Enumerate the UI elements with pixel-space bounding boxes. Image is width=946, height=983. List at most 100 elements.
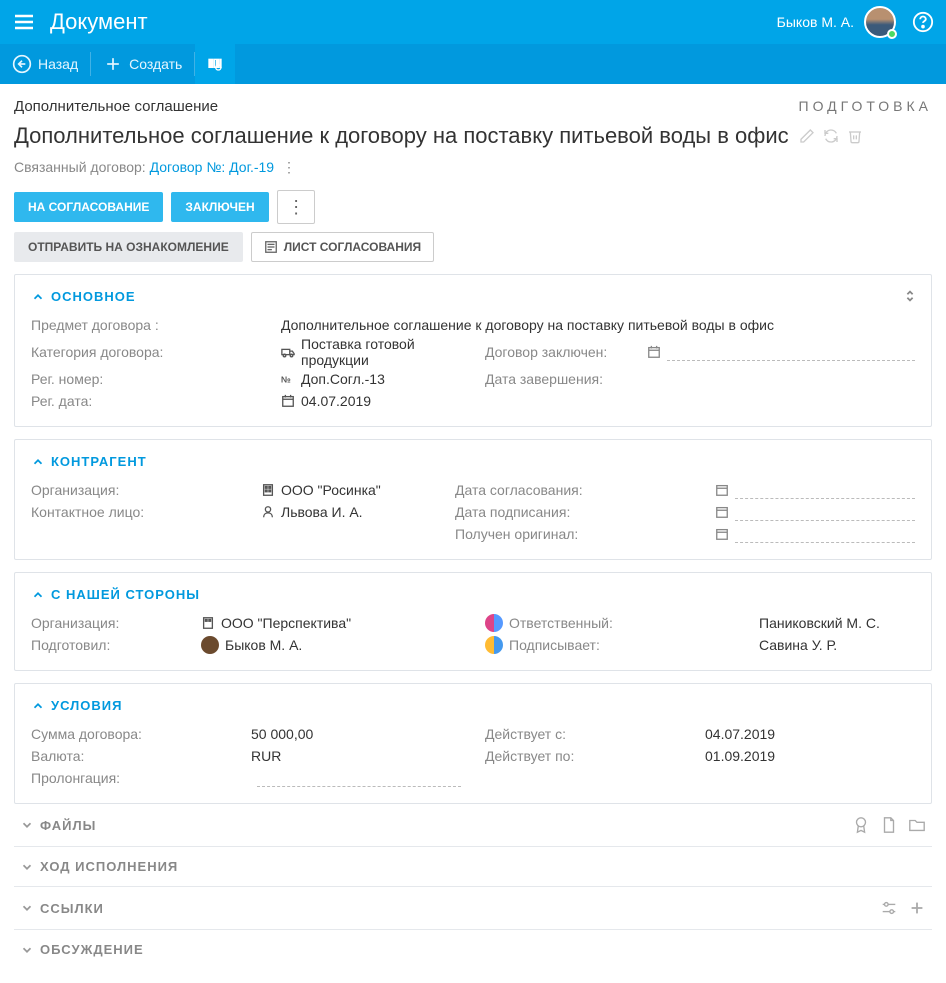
cp-org-value[interactable]: ООО "Росинка" (261, 482, 431, 498)
back-label: Назад (38, 56, 78, 72)
topbar: Документ Быков М. А. (0, 0, 946, 44)
original-label: Получен оригинал: (455, 526, 715, 542)
more-icon: ⋮ (287, 202, 304, 212)
truck-icon (281, 345, 295, 359)
os-org-label: Организация: (31, 615, 201, 631)
linked-label: Связанный договор: (14, 159, 146, 175)
concluded-button[interactable]: ЗАКЛЮЧЕН (171, 192, 268, 222)
chevron-up-icon[interactable] (31, 588, 45, 602)
menu-icon[interactable] (12, 10, 36, 34)
status-label: ПОДГОТОВКА (799, 98, 932, 114)
delete-icon[interactable] (847, 128, 863, 144)
building-icon (201, 616, 215, 630)
discussion-title: ОБСУЖДЕНИЕ (40, 942, 144, 957)
file-icon[interactable] (880, 816, 898, 834)
cp-org-label: Организация: (31, 482, 261, 498)
user-name[interactable]: Быков М. А. (777, 14, 854, 30)
avatar-icon (485, 614, 503, 632)
concluded-input[interactable] (667, 343, 915, 361)
chevron-down-icon (20, 860, 34, 874)
barcode-icon (207, 54, 223, 74)
panel-terms-title: УСЛОВИЯ (51, 698, 122, 713)
doc-title: Дополнительное соглашение к договору на … (14, 123, 789, 149)
doc-type: Дополнительное соглашение (14, 98, 218, 115)
original-input[interactable] (735, 525, 915, 543)
os-org-value[interactable]: ООО "Перспектива" (201, 615, 461, 631)
secondary-buttons: ОТПРАВИТЬ НА ОЗНАКОМЛЕНИЕ ЛИСТ СОГЛАСОВА… (14, 232, 932, 262)
files-title: ФАЙЛЫ (40, 818, 96, 833)
section-links[interactable]: ССЫЛКИ (14, 887, 932, 930)
more-button[interactable]: ⋮ (277, 190, 315, 224)
panel-terms: УСЛОВИЯ Сумма договора: 50 000,00 Действ… (14, 683, 932, 804)
plus-icon[interactable] (908, 899, 926, 917)
category-label: Категория договора: (31, 344, 281, 360)
person-icon (261, 505, 275, 519)
badge-icon[interactable] (852, 816, 870, 834)
back-button[interactable]: Назад (0, 44, 90, 84)
prolongation-input[interactable] (257, 769, 461, 787)
subject-label: Предмет договора : (31, 317, 281, 333)
primary-buttons: НА СОГЛАСОВАНИЕ ЗАКЛЮЧЕН ⋮ (14, 190, 932, 224)
doc-meta: Дополнительное соглашение ПОДГОТОВКА (14, 98, 932, 123)
panel-scroll-icon[interactable] (903, 289, 917, 303)
concluded-label: Договор заключен: (485, 344, 607, 360)
prolongation-label: Пролонгация: (31, 770, 251, 786)
links-title: ССЫЛКИ (40, 901, 104, 916)
edit-icon[interactable] (799, 128, 815, 144)
sum-value: 50 000,00 (251, 726, 461, 742)
cp-contact-value[interactable]: Львова И. А. (261, 504, 431, 520)
calendar-icon[interactable] (715, 483, 729, 497)
regnum-value: № Доп.Согл.-13 (281, 371, 461, 387)
category-value[interactable]: Поставка готовой продукции (281, 336, 461, 368)
number-icon: № (281, 372, 295, 386)
to-approval-button[interactable]: НА СОГЛАСОВАНИЕ (14, 192, 163, 222)
linked-contract-row: Связанный договор: Договор №: Дог.-19 ⋮ (14, 159, 932, 176)
prepared-value[interactable]: Быков М. А. (201, 636, 461, 654)
chevron-up-icon[interactable] (31, 699, 45, 713)
to-label: Действует по: (485, 748, 705, 764)
refresh-icon[interactable] (823, 128, 839, 144)
folder-icon[interactable] (908, 816, 926, 834)
chevron-up-icon[interactable] (31, 455, 45, 469)
linked-value[interactable]: Договор №: Дог.-19 (150, 159, 275, 175)
chevron-down-icon (20, 818, 34, 832)
sliders-icon[interactable] (880, 899, 898, 917)
responsible-value[interactable]: Паниковский М. С. (759, 615, 915, 631)
responsible-label: Ответственный: (509, 615, 759, 631)
panel-main: ОСНОВНОЕ Предмет договора : Дополнительн… (14, 274, 932, 427)
currency-label: Валюта: (31, 748, 251, 764)
approval-date-input[interactable] (735, 481, 915, 499)
to-value: 01.09.2019 (705, 748, 915, 764)
app-title: Документ (50, 9, 777, 35)
cp-contact-label: Контактное лицо: (31, 504, 261, 520)
signer-value[interactable]: Савина У. Р. (759, 637, 915, 653)
avatar-icon (201, 636, 219, 654)
title-actions (799, 128, 863, 144)
from-value: 04.07.2019 (705, 726, 915, 742)
calendar-icon[interactable] (715, 505, 729, 519)
section-files[interactable]: ФАЙЛЫ (14, 804, 932, 847)
barcode-button[interactable] (195, 44, 235, 84)
section-progress[interactable]: ХОД ИСПОЛНЕНИЯ (14, 847, 932, 887)
panel-main-title: ОСНОВНОЕ (51, 289, 136, 304)
subject-value: Дополнительное соглашение к договору на … (281, 317, 915, 333)
sheet-icon (264, 240, 278, 254)
chevron-up-icon[interactable] (31, 290, 45, 304)
panel-ourside-title: С НАШЕЙ СТОРОНЫ (51, 587, 200, 602)
svg-text:№: № (281, 375, 291, 385)
sign-date-input[interactable] (735, 503, 915, 521)
calendar-icon[interactable] (715, 527, 729, 541)
section-discussion[interactable]: ОБСУЖДЕНИЕ (14, 930, 932, 969)
doc-title-row: Дополнительное соглашение к договору на … (14, 123, 932, 149)
send-review-button[interactable]: ОТПРАВИТЬ НА ОЗНАКОМЛЕНИЕ (14, 232, 243, 262)
calendar-icon[interactable] (647, 345, 661, 359)
regnum-label: Рег. номер: (31, 371, 281, 387)
more-dots-icon[interactable]: ⋮ (282, 159, 296, 175)
panel-ourside: С НАШЕЙ СТОРОНЫ Организация: ООО "Перспе… (14, 572, 932, 671)
approval-sheet-button[interactable]: ЛИСТ СОГЛАСОВАНИЯ (251, 232, 434, 262)
help-icon[interactable] (912, 11, 934, 33)
signer-label: Подписывает: (509, 637, 759, 653)
create-button[interactable]: Создать (91, 44, 194, 84)
plus-icon (103, 54, 123, 74)
avatar[interactable] (864, 6, 896, 38)
